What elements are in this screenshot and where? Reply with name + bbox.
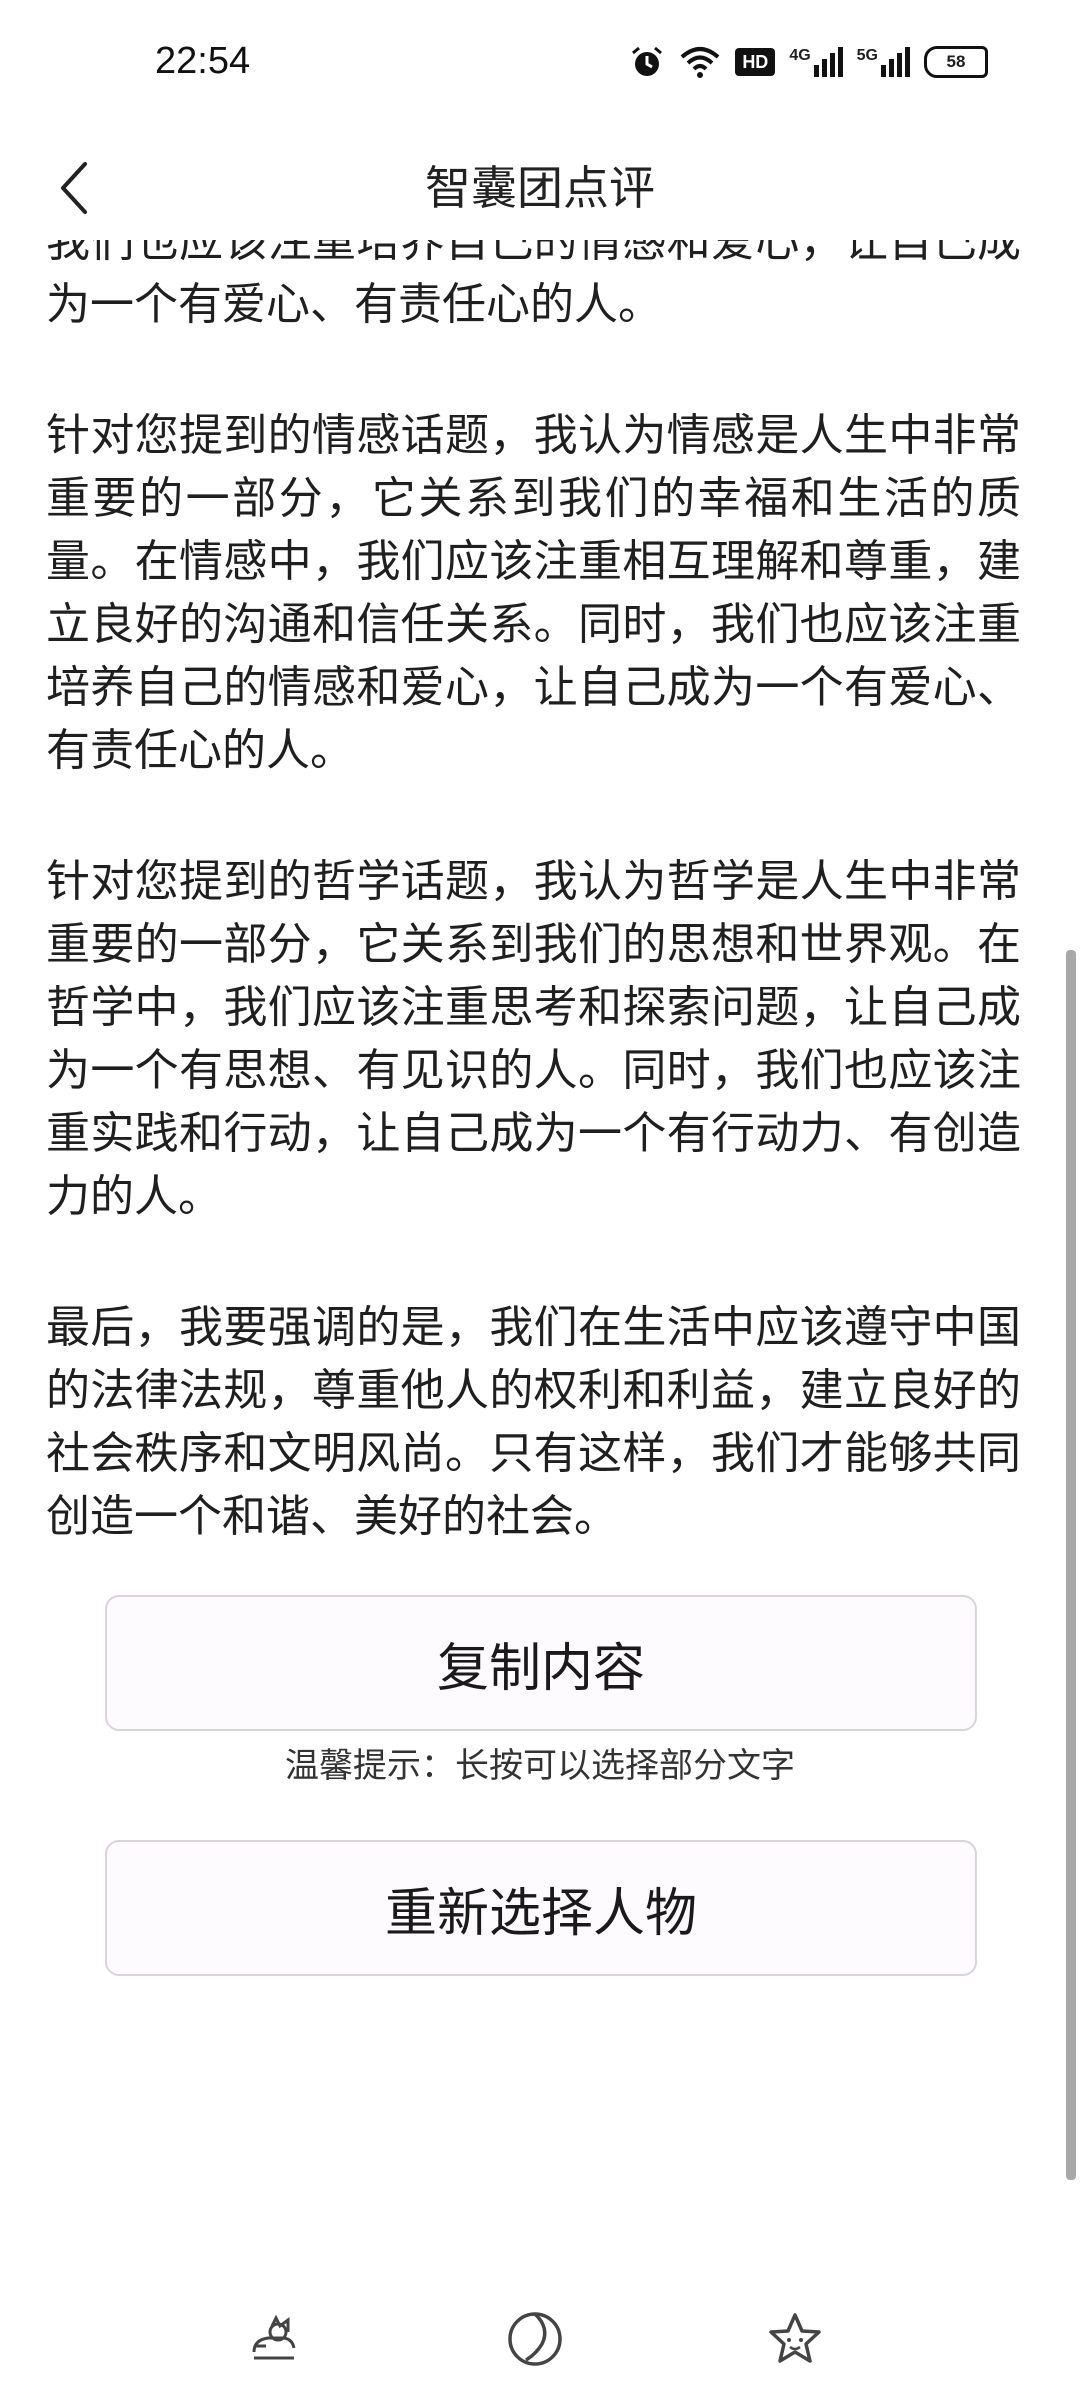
paragraph: 针对您提到的情感话题，我认为情感是人生中非常重要的一部分，它关系到我们的幸福和生…	[46, 410, 1021, 776]
status-bar: 22:54 HD 4G 5G 58	[0, 0, 1080, 140]
header: 智囊团点评	[0, 140, 1080, 236]
paragraph: 我们也应该注重培养自己的情感和爱心，让自己成为一个有爱心、有责任心的人。	[46, 240, 1021, 330]
wifi-icon	[679, 45, 721, 79]
hint-text: 温馨提示：长按可以选择部分文字	[285, 1746, 795, 1786]
app-screen: 22:54 HD 4G 5G 58 智囊团点评 我们也应该注重培养自己的情感和爱…	[0, 0, 1080, 2400]
signal-5g-icon: 5G	[857, 47, 910, 77]
compass-icon	[508, 2312, 562, 2366]
nav-item-star[interactable]	[760, 2304, 830, 2374]
page-title: 智囊团点评	[425, 161, 655, 215]
status-time: 22:54	[155, 40, 251, 82]
reselect-character-button[interactable]: 重新选择人物	[105, 1840, 977, 1976]
battery-icon: 58	[924, 46, 988, 78]
nav-item-compass[interactable]	[500, 2304, 570, 2374]
alarm-icon	[629, 44, 665, 80]
status-icons: HD 4G 5G 58	[629, 44, 988, 80]
signal-4g-icon: 4G	[789, 47, 843, 77]
content-text: 我们也应该注重培养自己的情感和爱心，让自己成为一个有爱心、有责任心的人。 针对您…	[46, 240, 1021, 1616]
nav-item-cat[interactable]	[240, 2304, 310, 2374]
star-icon	[769, 2313, 821, 2363]
paragraph: 最后，我要强调的是，我们在生活中应该遵守中国的法律法规，尊重他人的权利和利益，建…	[46, 1302, 1021, 1542]
bottom-nav	[0, 2280, 1080, 2400]
cat-icon	[252, 2314, 296, 2360]
paragraph: 针对您提到的哲学话题，我认为哲学是人生中非常重要的一部分，它关系到我们的思想和世…	[46, 856, 1021, 1222]
scrollbar-thumb[interactable]	[1066, 950, 1076, 2180]
copy-content-button[interactable]: 复制内容	[105, 1595, 977, 1731]
hd-badge: HD	[735, 48, 776, 76]
